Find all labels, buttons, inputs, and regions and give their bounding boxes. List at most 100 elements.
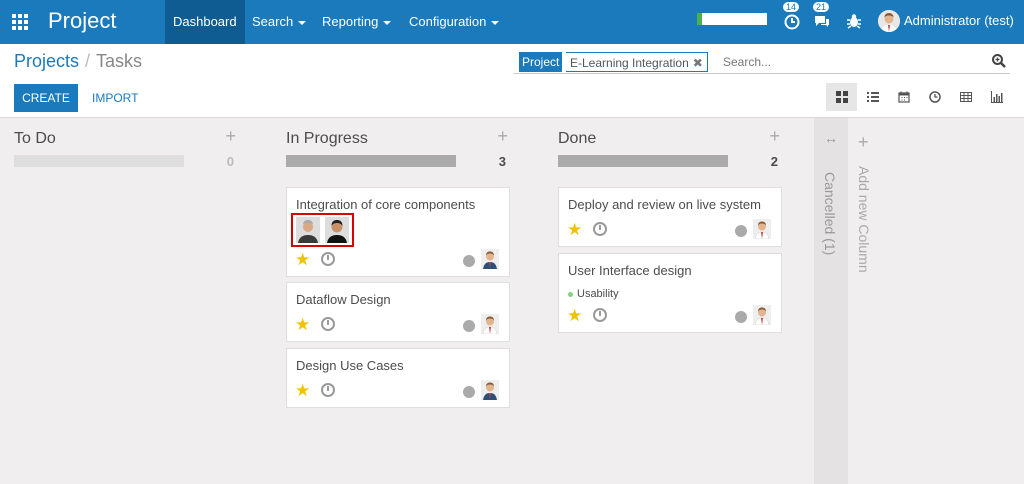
quick-create-plus-icon[interactable]: + bbox=[497, 126, 508, 147]
menu-configuration[interactable]: Configuration bbox=[401, 0, 507, 44]
facet-value-label: E-Learning Integration bbox=[570, 56, 689, 70]
activity-clock-icon[interactable] bbox=[593, 222, 607, 236]
column-progress-bar bbox=[14, 155, 184, 167]
card-title: Integration of core components bbox=[296, 197, 476, 212]
messages-badge: 21 bbox=[813, 2, 830, 12]
activity-clock-icon[interactable] bbox=[593, 308, 607, 322]
apps-grid-icon[interactable] bbox=[12, 14, 28, 30]
priority-star-icon[interactable]: ★ bbox=[295, 382, 310, 399]
messages-icon[interactable]: 21 bbox=[813, 2, 831, 30]
list-view-icon[interactable] bbox=[857, 83, 888, 111]
search-magnifier-icon[interactable] bbox=[991, 53, 1007, 69]
column-count: 2 bbox=[770, 154, 778, 169]
tag-usability: Usability bbox=[568, 288, 619, 300]
breadcrumb-separator: / bbox=[85, 51, 91, 71]
card-title: Design Use Cases bbox=[296, 358, 404, 373]
menu-configuration-label: Configuration bbox=[409, 14, 487, 29]
kanban-view-icon[interactable] bbox=[826, 83, 857, 111]
bug-icon[interactable] bbox=[845, 12, 863, 30]
add-column-plus-icon[interactable]: + bbox=[858, 132, 869, 153]
card-title: Dataflow Design bbox=[296, 292, 391, 307]
kanban-board: To Do + 0 In Progress + 3 Integration of… bbox=[0, 118, 1024, 484]
folded-column-label: Cancelled (1) bbox=[822, 172, 838, 256]
caret-down-icon bbox=[298, 20, 307, 25]
control-panel: Projects / Tasks CREATE IMPORT Project E-L… bbox=[0, 44, 1024, 118]
create-button[interactable]: CREATE bbox=[14, 84, 78, 112]
kanban-card[interactable]: Dataflow Design ★ bbox=[286, 282, 510, 342]
menu-search[interactable]: Search bbox=[244, 0, 314, 44]
column-title[interactable]: Done bbox=[558, 130, 596, 148]
kanban-state-dot[interactable] bbox=[463, 320, 475, 332]
kanban-card[interactable]: Deploy and review on live system ★ bbox=[558, 187, 782, 247]
assignee-avatar bbox=[753, 305, 771, 325]
column-progress-bar bbox=[286, 155, 456, 167]
tag-label: Usability bbox=[577, 288, 619, 300]
import-button[interactable]: IMPORT bbox=[86, 84, 144, 112]
kanban-column-done: Done + 2 Deploy and review on live syste… bbox=[544, 118, 784, 484]
add-column-label: Add new Column bbox=[856, 166, 872, 273]
card-title: Deploy and review on live system bbox=[568, 197, 761, 212]
calendar-view-icon[interactable] bbox=[888, 83, 919, 111]
facet-value: E-Learning Integration ✖ bbox=[566, 52, 708, 72]
kanban-state-dot[interactable] bbox=[735, 225, 747, 237]
column-title[interactable]: In Progress bbox=[286, 130, 368, 148]
activity-view-icon[interactable] bbox=[919, 83, 950, 111]
add-new-column[interactable]: + Add new Column bbox=[848, 118, 882, 484]
graph-view-icon[interactable] bbox=[981, 83, 1012, 111]
assignee-avatar bbox=[481, 249, 499, 269]
folded-column-cancelled[interactable]: ↔ Cancelled (1) bbox=[814, 118, 848, 484]
breadcrumb-projects[interactable]: Projects bbox=[14, 51, 79, 71]
breadcrumb: Projects / Tasks bbox=[14, 51, 142, 72]
tag-color-dot bbox=[568, 291, 573, 297]
caret-down-icon bbox=[491, 20, 500, 25]
kanban-column-todo: To Do + 0 bbox=[0, 118, 240, 484]
menu-dashboard[interactable]: Dashboard bbox=[165, 0, 245, 44]
column-progress-bar bbox=[558, 155, 728, 167]
column-count: 0 bbox=[226, 154, 234, 169]
kanban-state-dot[interactable] bbox=[463, 386, 475, 398]
kanban-state-dot[interactable] bbox=[463, 255, 475, 267]
search-input[interactable] bbox=[723, 52, 983, 72]
menu-search-label: Search bbox=[252, 14, 294, 29]
activity-clock-icon[interactable] bbox=[321, 383, 335, 397]
kanban-card[interactable]: User Interface design Usability ★ bbox=[558, 253, 782, 333]
priority-star-icon[interactable]: ★ bbox=[567, 307, 582, 324]
activity-clock-icon[interactable]: 14 bbox=[783, 2, 801, 30]
activity-badge: 14 bbox=[783, 2, 800, 12]
assignee-avatar bbox=[481, 380, 499, 400]
column-count: 3 bbox=[498, 154, 506, 169]
expand-arrows-icon[interactable]: ↔ bbox=[824, 130, 838, 146]
quick-create-plus-icon[interactable]: + bbox=[225, 126, 236, 147]
facet-category: Project bbox=[519, 52, 563, 72]
kanban-card[interactable]: Design Use Cases ★ bbox=[286, 348, 510, 408]
quick-create-plus-icon[interactable]: + bbox=[769, 126, 780, 147]
priority-star-icon[interactable]: ★ bbox=[295, 316, 310, 333]
column-title[interactable]: To Do bbox=[14, 130, 56, 148]
assignee-avatar bbox=[481, 314, 499, 334]
caret-down-icon bbox=[383, 20, 392, 25]
user-name[interactable]: Administrator (test) bbox=[904, 13, 1014, 28]
kanban-card[interactable]: Integration of core components ★ bbox=[286, 187, 510, 277]
follower-avatar[interactable] bbox=[295, 217, 320, 243]
activity-clock-icon[interactable] bbox=[321, 317, 335, 331]
assignee-avatar bbox=[753, 219, 771, 239]
pivot-view-icon[interactable] bbox=[950, 83, 981, 111]
activity-clock-icon[interactable] bbox=[321, 252, 335, 266]
facet-remove-icon[interactable]: ✖ bbox=[693, 56, 703, 70]
card-title: User Interface design bbox=[568, 263, 692, 278]
follower-avatar[interactable] bbox=[325, 217, 350, 243]
kanban-state-dot[interactable] bbox=[735, 311, 747, 323]
loading-progress-bar bbox=[697, 13, 767, 25]
top-navbar: Project Dashboard Search Reporting Confi… bbox=[0, 0, 1024, 44]
search-view: Project E-Learning Integration ✖ bbox=[513, 49, 1010, 74]
view-switcher bbox=[826, 83, 1012, 111]
menu-reporting[interactable]: Reporting bbox=[314, 0, 399, 44]
breadcrumb-current: Tasks bbox=[96, 51, 143, 71]
priority-star-icon[interactable]: ★ bbox=[295, 251, 310, 268]
menu-reporting-label: Reporting bbox=[322, 14, 379, 29]
app-title: Project bbox=[48, 8, 117, 33]
priority-star-icon[interactable]: ★ bbox=[567, 221, 582, 238]
card-followers-highlight bbox=[291, 213, 354, 247]
kanban-column-in-progress: In Progress + 3 Integration of core comp… bbox=[272, 118, 512, 484]
user-avatar[interactable] bbox=[878, 10, 900, 32]
